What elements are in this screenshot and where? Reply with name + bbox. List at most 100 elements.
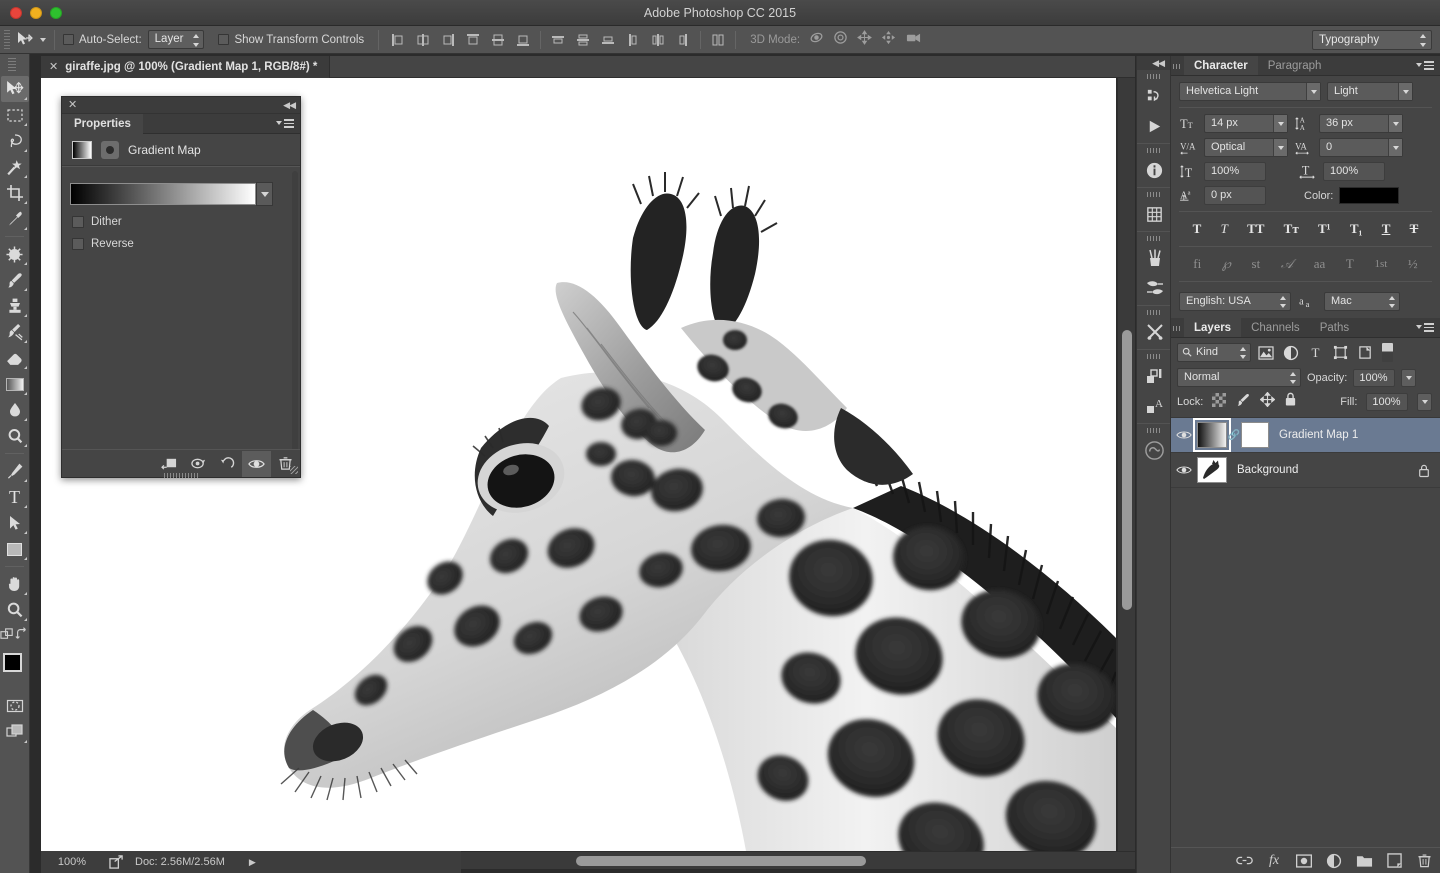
pan-3d-icon[interactable] [857,30,872,50]
fill-slider-toggle[interactable] [1417,393,1432,411]
hand-tool-button[interactable] [1,571,29,597]
font-style-dropdown[interactable]: Light [1327,82,1413,101]
horizontal-scale-input[interactable]: 100% [1323,162,1385,181]
align-horizontal-centers-icon[interactable] [412,29,434,51]
reverse-checkbox[interactable] [72,238,84,250]
collapse-panel-icon[interactable]: ◀◀ [283,100,295,111]
distribute-bottom-edges-icon[interactable] [597,29,619,51]
opacity-slider-toggle[interactable] [1401,369,1416,387]
vertical-scroll-thumb[interactable] [1122,330,1132,610]
properties-scrollbar[interactable] [292,171,298,471]
panel-bottom-grip[interactable] [164,473,198,478]
new-layer-button[interactable] [1384,851,1404,871]
canvas-vertical-scrollbar[interactable] [1117,78,1135,851]
tab-properties[interactable]: Properties [62,114,143,134]
subscript-button[interactable]: T₁ [1350,221,1363,237]
layer-name[interactable]: Gradient Map 1 [1279,429,1358,441]
actions-panel-icon[interactable] [1137,111,1172,141]
dock-group-grip[interactable] [1147,310,1161,315]
layer-filter-kind-dropdown[interactable]: Kind [1177,343,1251,362]
layer-visibility-toggle[interactable] [1171,429,1197,441]
filter-pixel-layers-icon[interactable] [1255,343,1276,362]
path-selection-tool-button[interactable] [1,510,29,536]
eraser-tool-button[interactable] [1,345,29,371]
strikethrough-button[interactable]: T [1410,221,1419,237]
brush-presets-icon[interactable] [1137,273,1172,303]
underline-button[interactable]: T [1382,221,1391,237]
fractions-button[interactable]: ½ [1408,256,1418,272]
collapse-panels-icon[interactable]: ◀◀ [1152,58,1164,69]
auto-select-checkbox[interactable] [63,34,74,45]
tool-presets-icon[interactable] [1137,317,1172,347]
document-tab[interactable]: ✕ giraffe.jpg @ 100% (Gradient Map 1, RG… [41,56,330,78]
filter-adjustment-layers-icon[interactable] [1280,343,1301,362]
dock-group-grip[interactable] [1147,428,1161,433]
add-layer-mask-button[interactable] [1294,851,1314,871]
dock-group-grip[interactable] [1147,148,1161,153]
link-layers-button[interactable] [1234,851,1254,871]
lock-position-icon[interactable] [1260,392,1275,412]
layer-thumbnail[interactable] [1197,457,1227,483]
eyedropper-tool-button[interactable] [1,206,29,232]
close-icon[interactable]: ✕ [68,98,77,111]
distribute-left-edges-icon[interactable] [622,29,644,51]
distribute-spacing-icon[interactable] [707,29,729,51]
gradient-tool-button[interactable] [1,371,29,397]
panel-menu-icon[interactable] [276,119,294,128]
lock-transparent-pixels-icon[interactable] [1212,393,1226,412]
align-bottom-edges-icon[interactable] [512,29,534,51]
tab-layers[interactable]: Layers [1184,318,1241,337]
horizontal-type-tool-button[interactable]: T [1,484,29,510]
auto-select-scope-dropdown[interactable]: Layer [148,30,205,49]
table-row[interactable]: Background [1171,453,1440,488]
tab-paragraph[interactable]: Paragraph [1258,56,1332,75]
layers-panel-grip[interactable] [1171,318,1184,338]
fill-input[interactable]: 100% [1366,393,1408,411]
rectangle-tool-button[interactable] [1,536,29,562]
reverse-option[interactable]: Reverse [72,238,300,250]
discretionary-ligatures-button[interactable]: ℘ [1222,256,1231,272]
distribute-vertical-centers-icon[interactable] [572,29,594,51]
distribute-top-edges-icon[interactable] [547,29,569,51]
dither-option[interactable]: Dither [72,216,300,228]
filter-smart-objects-icon[interactable] [1355,343,1376,362]
swatches-panel-icon[interactable] [1137,199,1172,229]
share-icon[interactable] [103,855,129,869]
small-caps-button[interactable]: Tᴛ [1284,221,1299,237]
superscript-button[interactable]: T¹ [1318,221,1331,237]
contextual-alternates-button[interactable]: st [1252,256,1261,272]
table-row[interactable]: 🔗 Gradient Map 1 [1171,418,1440,453]
distribute-horizontal-centers-icon[interactable] [647,29,669,51]
character-panel-grip[interactable] [1171,56,1184,76]
layer-name[interactable]: Background [1237,464,1298,476]
dodge-tool-button[interactable] [1,423,29,449]
brushes-panel-icon[interactable] [1137,243,1172,273]
baseline-shift-input[interactable]: 0 px [1204,186,1266,205]
lock-all-icon[interactable] [1284,392,1297,412]
creative-cloud-icon[interactable] [1137,435,1172,465]
tab-paths[interactable]: Paths [1310,318,1359,337]
lasso-tool-button[interactable] [1,128,29,154]
active-tool-button[interactable] [16,31,46,49]
vertical-scale-input[interactable]: 100% [1204,162,1266,181]
dock-group-grip[interactable] [1147,236,1161,241]
distribute-right-edges-icon[interactable] [672,29,694,51]
filter-enable-toggle[interactable] [1382,343,1393,362]
foreground-color-swatch[interactable] [3,653,22,672]
tools-panel-grip[interactable] [8,58,16,72]
tab-character[interactable]: Character [1184,56,1258,75]
all-caps-button[interactable]: TT [1247,221,1264,237]
tab-channels[interactable]: Channels [1241,318,1310,337]
new-group-button[interactable] [1354,851,1374,871]
close-tab-icon[interactable]: ✕ [49,62,58,73]
dither-checkbox[interactable] [72,216,84,228]
dock-group-grip[interactable] [1147,192,1161,197]
quick-mask-button[interactable] [1,693,29,719]
swash-button[interactable]: 𝒜 [1281,256,1293,272]
leading-input[interactable]: 36 px [1319,114,1403,133]
dock-group-grip[interactable] [1147,354,1161,359]
show-transform-controls-checkbox[interactable] [218,34,229,45]
layer-visibility-toggle[interactable] [1171,464,1197,476]
horizontal-scroll-thumb[interactable] [576,856,866,866]
language-dropdown[interactable]: English: USA [1179,292,1291,311]
